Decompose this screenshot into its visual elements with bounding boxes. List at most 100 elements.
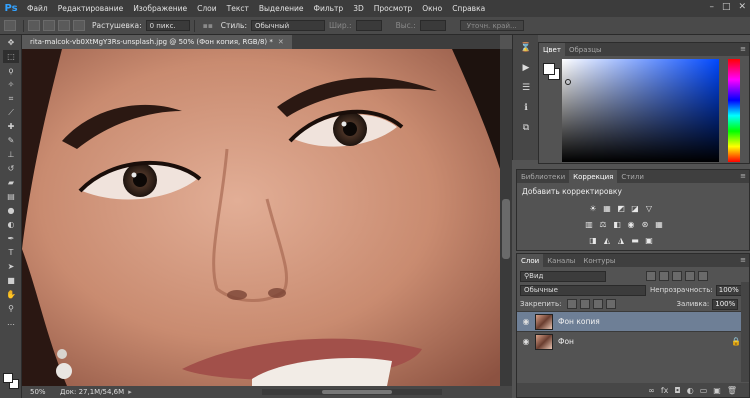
vibrance-icon[interactable]: ▽ bbox=[644, 203, 654, 213]
visibility-eye-icon[interactable]: ◉ bbox=[517, 337, 535, 346]
menu-filter[interactable]: Фильтр bbox=[309, 4, 349, 13]
actions-icon[interactable]: ▶ bbox=[519, 61, 533, 75]
pen-tool-icon[interactable]: ✒ bbox=[3, 232, 19, 245]
status-menu-arrow-icon[interactable]: ▸ bbox=[128, 388, 132, 396]
eyedropper-tool-icon[interactable]: ⟋ bbox=[3, 106, 19, 119]
menu-text[interactable]: Текст bbox=[222, 4, 254, 13]
layer-style-icon[interactable]: fx bbox=[661, 386, 669, 395]
dodge-tool-icon[interactable]: ◐ bbox=[3, 218, 19, 231]
image-canvas[interactable] bbox=[22, 49, 500, 386]
close-tab-icon[interactable]: ✕ bbox=[278, 38, 284, 46]
horizontal-scroll-thumb[interactable] bbox=[322, 390, 392, 394]
eraser-tool-icon[interactable]: ▰ bbox=[3, 176, 19, 189]
clone-stamp-tool-icon[interactable]: ⊥ bbox=[3, 148, 19, 161]
panel-menu-icon[interactable]: ≡ bbox=[740, 172, 746, 180]
exposure-icon[interactable]: ◪ bbox=[630, 203, 640, 213]
color-swatches[interactable] bbox=[3, 373, 19, 389]
zoom-level[interactable]: 50% bbox=[30, 388, 60, 396]
menu-layers[interactable]: Слои bbox=[192, 4, 222, 13]
menu-3d[interactable]: 3D bbox=[348, 4, 369, 13]
info-icon[interactable]: ℹ bbox=[519, 101, 533, 115]
tab-libraries[interactable]: Библиотеки bbox=[517, 170, 569, 183]
adjustment-layer-icon[interactable]: ◐ bbox=[687, 386, 694, 395]
properties-icon[interactable]: ☰ bbox=[519, 81, 533, 95]
menu-image[interactable]: Изображение bbox=[128, 4, 192, 13]
color-lookup-icon[interactable]: ▦ bbox=[654, 219, 664, 229]
vertical-scroll-thumb[interactable] bbox=[502, 199, 510, 259]
layers-scrollbar[interactable] bbox=[741, 282, 749, 382]
minimize-icon[interactable]: – bbox=[709, 2, 714, 12]
link-layers-icon[interactable]: ∞ bbox=[648, 386, 655, 395]
photo-filter-icon[interactable]: ◉ bbox=[626, 219, 636, 229]
lasso-tool-icon[interactable]: ϙ bbox=[3, 64, 19, 77]
black-white-icon[interactable]: ◧ bbox=[612, 219, 622, 229]
close-icon[interactable]: ✕ bbox=[738, 2, 746, 12]
filter-smart-icon[interactable] bbox=[698, 271, 708, 281]
history-icon[interactable]: ⌛ bbox=[519, 41, 533, 55]
move-tool-icon[interactable]: ✥ bbox=[3, 36, 19, 49]
zoom-tool-icon[interactable]: ⚲ bbox=[3, 302, 19, 315]
visibility-eye-icon[interactable]: ◉ bbox=[517, 317, 535, 326]
fill-input[interactable]: 100% bbox=[712, 298, 739, 310]
layer-row-background-copy[interactable]: ◉ Фон копия bbox=[517, 311, 749, 331]
filter-shape-icon[interactable] bbox=[685, 271, 695, 281]
menu-select[interactable]: Выделение bbox=[254, 4, 309, 13]
rectangle-tool-icon[interactable]: ■ bbox=[3, 274, 19, 287]
tab-layers[interactable]: Слои bbox=[517, 254, 544, 267]
menu-view[interactable]: Просмотр bbox=[369, 4, 418, 13]
history-brush-tool-icon[interactable]: ↺ bbox=[3, 162, 19, 175]
new-layer-icon[interactable]: ▣ bbox=[713, 386, 721, 395]
lock-transparent-icon[interactable] bbox=[567, 299, 578, 309]
blur-tool-icon[interactable]: ● bbox=[3, 204, 19, 217]
tab-adjustments[interactable]: Коррекция bbox=[569, 170, 618, 183]
opacity-input[interactable]: 100% bbox=[715, 284, 742, 296]
lock-pixels-icon[interactable] bbox=[580, 299, 591, 309]
magic-wand-tool-icon[interactable]: ✧ bbox=[3, 78, 19, 91]
blend-mode-select[interactable]: Обычные bbox=[520, 284, 646, 296]
color-picker-cursor[interactable] bbox=[565, 79, 571, 85]
selective-color-icon[interactable]: ▣ bbox=[644, 235, 654, 245]
posterize-icon[interactable]: ◭ bbox=[602, 235, 612, 245]
crop-tool-icon[interactable]: ⌗ bbox=[3, 92, 19, 105]
path-selection-tool-icon[interactable]: ➤ bbox=[3, 260, 19, 273]
document-tab[interactable]: rita-malcok-vb0XtMgY3Rs-unsplash.jpg @ 5… bbox=[22, 35, 292, 49]
color-balance-icon[interactable]: ⚖ bbox=[598, 219, 608, 229]
delete-layer-icon[interactable]: 🗑 bbox=[727, 386, 737, 395]
tab-paths[interactable]: Контуры bbox=[579, 254, 619, 267]
new-selection-icon[interactable] bbox=[28, 20, 40, 31]
lock-position-icon[interactable] bbox=[593, 299, 604, 309]
tab-color[interactable]: Цвет bbox=[539, 43, 565, 56]
refine-edge-button[interactable]: Уточн. край... bbox=[459, 20, 524, 31]
color-picker-field[interactable] bbox=[562, 59, 719, 162]
intersect-selection-icon[interactable] bbox=[73, 20, 85, 31]
gradient-tool-icon[interactable]: ▤ bbox=[3, 190, 19, 203]
panel-menu-icon[interactable]: ≡ bbox=[740, 45, 746, 53]
hue-saturation-icon[interactable]: ▥ bbox=[584, 219, 594, 229]
style-select[interactable]: Обычный bbox=[251, 20, 326, 31]
menu-file[interactable]: Файл bbox=[22, 4, 53, 13]
levels-icon[interactable]: ▦ bbox=[602, 203, 612, 213]
new-group-icon[interactable]: ▭ bbox=[700, 386, 708, 395]
filter-adjustment-icon[interactable] bbox=[659, 271, 669, 281]
hue-slider[interactable] bbox=[728, 59, 740, 162]
filter-type-icon[interactable] bbox=[672, 271, 682, 281]
maximize-icon[interactable]: □ bbox=[722, 2, 731, 12]
marquee-tool-icon[interactable]: ⬚ bbox=[3, 50, 19, 63]
panel-menu-icon[interactable]: ≡ bbox=[740, 256, 746, 264]
layer-mask-icon[interactable]: ◘ bbox=[674, 386, 680, 395]
marquee-tool-preset-icon[interactable] bbox=[4, 20, 16, 31]
curves-icon[interactable]: ◩ bbox=[616, 203, 626, 213]
filter-pixel-icon[interactable] bbox=[646, 271, 656, 281]
tab-channels[interactable]: Каналы bbox=[543, 254, 579, 267]
feather-input[interactable]: 0 пикс. bbox=[145, 20, 190, 31]
healing-brush-tool-icon[interactable]: ✚ bbox=[3, 120, 19, 133]
vertical-scrollbar[interactable] bbox=[500, 49, 512, 386]
gradient-map-icon[interactable]: ▬ bbox=[630, 235, 640, 245]
menu-help[interactable]: Справка bbox=[447, 4, 490, 13]
menu-edit[interactable]: Редактирование bbox=[53, 4, 128, 13]
layer-row-background[interactable]: ◉ Фон 🔒 bbox=[517, 331, 749, 351]
tab-styles[interactable]: Стили bbox=[617, 170, 648, 183]
subtract-selection-icon[interactable] bbox=[58, 20, 70, 31]
threshold-icon[interactable]: ◮ bbox=[616, 235, 626, 245]
brush-tool-icon[interactable]: ✎ bbox=[3, 134, 19, 147]
